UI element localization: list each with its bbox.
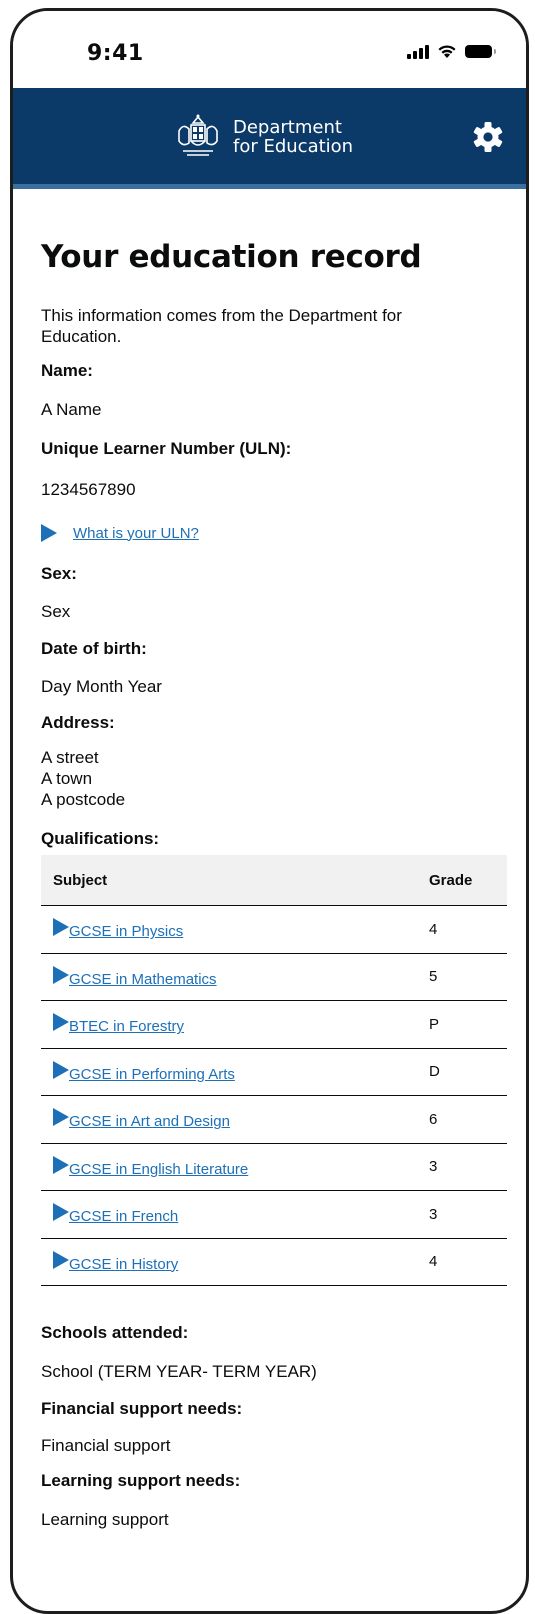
triangle-right-icon (53, 918, 69, 937)
triangle-right-icon (53, 1013, 69, 1032)
schools-value: School (TERM YEAR- TERM YEAR) (41, 1362, 317, 1381)
department-logo: Department for Education (171, 113, 353, 161)
table-row: BTEC in Forestry P (41, 1000, 507, 1049)
table-row: GCSE in Mathematics 5 (41, 953, 507, 1001)
qualification-link[interactable]: GCSE in Physics (69, 923, 183, 940)
triangle-right-icon (53, 1203, 69, 1222)
grade-column-header: Grade (417, 855, 507, 906)
dob-label: Date of birth: (41, 639, 147, 658)
table-row: GCSE in Performing Arts D (41, 1048, 507, 1096)
table-row: GCSE in English Literature 3 (41, 1143, 507, 1191)
grade-cell: 3 (417, 1143, 507, 1191)
address-line-2: A town (41, 769, 93, 788)
address-line-1: A street (41, 748, 99, 767)
royal-crest-icon (178, 114, 218, 156)
subject-column-header: Subject (41, 855, 417, 906)
qualification-link[interactable]: GCSE in French (69, 1208, 178, 1225)
schools-label: Schools attended: (41, 1323, 189, 1342)
qualification-link[interactable]: GCSE in Art and Design (69, 1113, 230, 1130)
intro-text: This information comes from the Departme… (41, 306, 402, 346)
triangle-right-icon (53, 1250, 69, 1269)
uln-label: Unique Learner Number (ULN): (41, 439, 292, 458)
sex-value: Sex (41, 602, 71, 621)
status-time: 9:41 (87, 41, 144, 66)
grade-cell: 4 (417, 1238, 507, 1286)
grade-cell: 6 (417, 1095, 507, 1144)
grade-cell: 3 (417, 1190, 507, 1239)
qualifications-label: Qualifications: (41, 829, 160, 848)
qualification-link[interactable]: BTEC in Forestry (69, 1018, 184, 1035)
signal-icon (407, 44, 429, 59)
qualification-link[interactable]: GCSE in Mathematics (69, 971, 217, 988)
triangle-right-icon (53, 965, 69, 984)
name-value: A Name (41, 400, 102, 419)
battery-icon (465, 45, 496, 58)
dob-value: Day Month Year (41, 677, 162, 696)
wifi-icon (438, 45, 456, 58)
learning-support-value: Learning support (41, 1510, 169, 1529)
gear-icon[interactable] (472, 121, 504, 153)
table-row: GCSE in French 3 (41, 1190, 507, 1239)
status-icons (407, 44, 496, 59)
qualifications-table: Subject Grade GCSE in Physics 4 GCSE in … (41, 855, 507, 1286)
name-label: Name: (41, 361, 93, 380)
phone-frame: 9:41 Department for Education Your educa… (10, 8, 529, 1614)
qualification-link[interactable]: GCSE in English Literature (69, 1161, 248, 1178)
qualification-link[interactable]: GCSE in Performing Arts (69, 1066, 235, 1083)
table-row: GCSE in History 4 (41, 1238, 507, 1286)
financial-support-label: Financial support needs: (41, 1399, 243, 1418)
financial-support-value: Financial support (41, 1436, 171, 1455)
address-label: Address: (41, 713, 115, 732)
triangle-right-icon (41, 524, 57, 542)
table-row: GCSE in Physics 4 (41, 905, 507, 954)
triangle-right-icon (53, 1108, 69, 1127)
grade-cell: P (417, 1000, 507, 1049)
main-content: Your education record This information c… (41, 189, 511, 1529)
learning-support-label: Learning support needs: (41, 1471, 241, 1490)
triangle-right-icon (53, 1060, 69, 1079)
uln-help-details[interactable]: What is your ULN? (41, 524, 199, 542)
table-header-row: Subject Grade (41, 855, 507, 906)
brand-line-2: for Education (233, 136, 354, 157)
uln-value: 1234567890 (41, 480, 136, 499)
address-value: A street A town A postcode (41, 747, 125, 810)
grade-cell: 4 (417, 905, 507, 954)
qualification-link[interactable]: GCSE in History (69, 1256, 178, 1273)
sex-label: Sex: (41, 564, 77, 583)
page-title: Your education record (41, 239, 422, 275)
status-bar: 9:41 (13, 11, 526, 88)
triangle-right-icon (53, 1155, 69, 1174)
brand-line-1: Department (233, 117, 342, 138)
grade-cell: 5 (417, 953, 507, 1001)
uln-help-link[interactable]: What is your ULN? (73, 525, 199, 542)
table-row: GCSE in Art and Design 6 (41, 1095, 507, 1144)
address-line-3: A postcode (41, 790, 126, 809)
grade-cell: D (417, 1048, 507, 1096)
